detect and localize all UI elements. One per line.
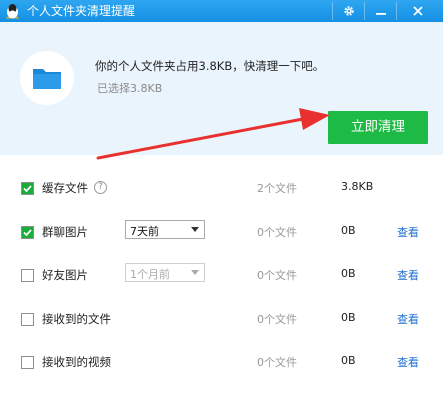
file-size: 0B bbox=[341, 311, 356, 324]
checkbox-cache-files[interactable] bbox=[21, 182, 34, 195]
file-count: 0个文件 bbox=[257, 269, 297, 282]
header-panel: 你的个人文件夹占用3.8KB，快清理一下吧。 已选择3.8KB 立即清理 bbox=[0, 22, 443, 155]
view-link[interactable]: 查看 bbox=[397, 267, 419, 283]
item-label: 接收到的视频 bbox=[42, 355, 111, 369]
titlebar-divider bbox=[332, 2, 333, 20]
item-label: 缓存文件 bbox=[42, 181, 88, 195]
close-icon bbox=[413, 6, 423, 16]
close-button[interactable] bbox=[400, 0, 436, 22]
folder-badge bbox=[20, 51, 74, 105]
clean-now-button[interactable]: 立即清理 bbox=[328, 111, 428, 144]
settings-button[interactable] bbox=[334, 0, 364, 22]
age-select-value: 7天前 bbox=[130, 225, 159, 238]
folder-icon bbox=[33, 69, 61, 89]
summary-headline: 你的个人文件夹占用3.8KB，快清理一下吧。 bbox=[95, 59, 325, 73]
file-count: 0个文件 bbox=[257, 313, 297, 326]
checkbox-received-files[interactable] bbox=[21, 313, 34, 326]
file-size: 0B bbox=[341, 224, 356, 237]
titlebar-divider bbox=[364, 2, 365, 20]
file-count: 2个文件 bbox=[257, 182, 297, 195]
list-item-cache-files: 缓存文件 ? 2个文件 3.8KB bbox=[0, 176, 443, 202]
age-select[interactable]: 1个月前 bbox=[125, 263, 205, 282]
titlebar-divider bbox=[396, 2, 397, 20]
check-icon bbox=[22, 183, 33, 194]
help-icon[interactable]: ? bbox=[94, 181, 107, 194]
list-item-group-images: 群聊图片 7天前 0个文件 0B 查看 bbox=[0, 220, 443, 246]
file-size: 0B bbox=[341, 267, 356, 280]
chevron-down-icon bbox=[191, 270, 199, 275]
gear-icon bbox=[344, 6, 354, 16]
check-icon bbox=[22, 227, 33, 238]
age-select-value: 1个月前 bbox=[130, 268, 170, 281]
list-item-received-videos: 接收到的视频 0个文件 0B 查看 bbox=[0, 350, 443, 376]
view-link[interactable]: 查看 bbox=[397, 311, 419, 327]
file-count: 0个文件 bbox=[257, 356, 297, 369]
file-count: 0个文件 bbox=[257, 226, 297, 239]
window-title: 个人文件夹清理提醒 bbox=[27, 4, 136, 18]
list-item-received-files: 接收到的文件 0个文件 0B 查看 bbox=[0, 307, 443, 333]
checkbox-group-images[interactable] bbox=[21, 226, 34, 239]
view-link[interactable]: 查看 bbox=[397, 354, 419, 370]
chevron-down-icon bbox=[191, 227, 199, 232]
file-size: 0B bbox=[341, 354, 356, 367]
title-bar: 个人文件夹清理提醒 bbox=[0, 0, 443, 22]
minimize-icon bbox=[376, 13, 386, 15]
age-select[interactable]: 7天前 bbox=[125, 220, 205, 239]
item-label: 群聊图片 bbox=[42, 225, 88, 239]
item-label: 好友图片 bbox=[42, 268, 88, 282]
checkbox-friend-images[interactable] bbox=[21, 269, 34, 282]
view-link[interactable]: 查看 bbox=[397, 224, 419, 240]
file-size: 3.8KB bbox=[341, 180, 374, 193]
checkbox-received-videos[interactable] bbox=[21, 356, 34, 369]
item-label: 接收到的文件 bbox=[42, 312, 111, 326]
qq-penguin-icon bbox=[6, 4, 19, 19]
minimize-button[interactable] bbox=[366, 0, 396, 22]
selected-size: 已选择3.8KB bbox=[97, 82, 163, 95]
list-item-friend-images: 好友图片 1个月前 0个文件 0B 查看 bbox=[0, 263, 443, 289]
